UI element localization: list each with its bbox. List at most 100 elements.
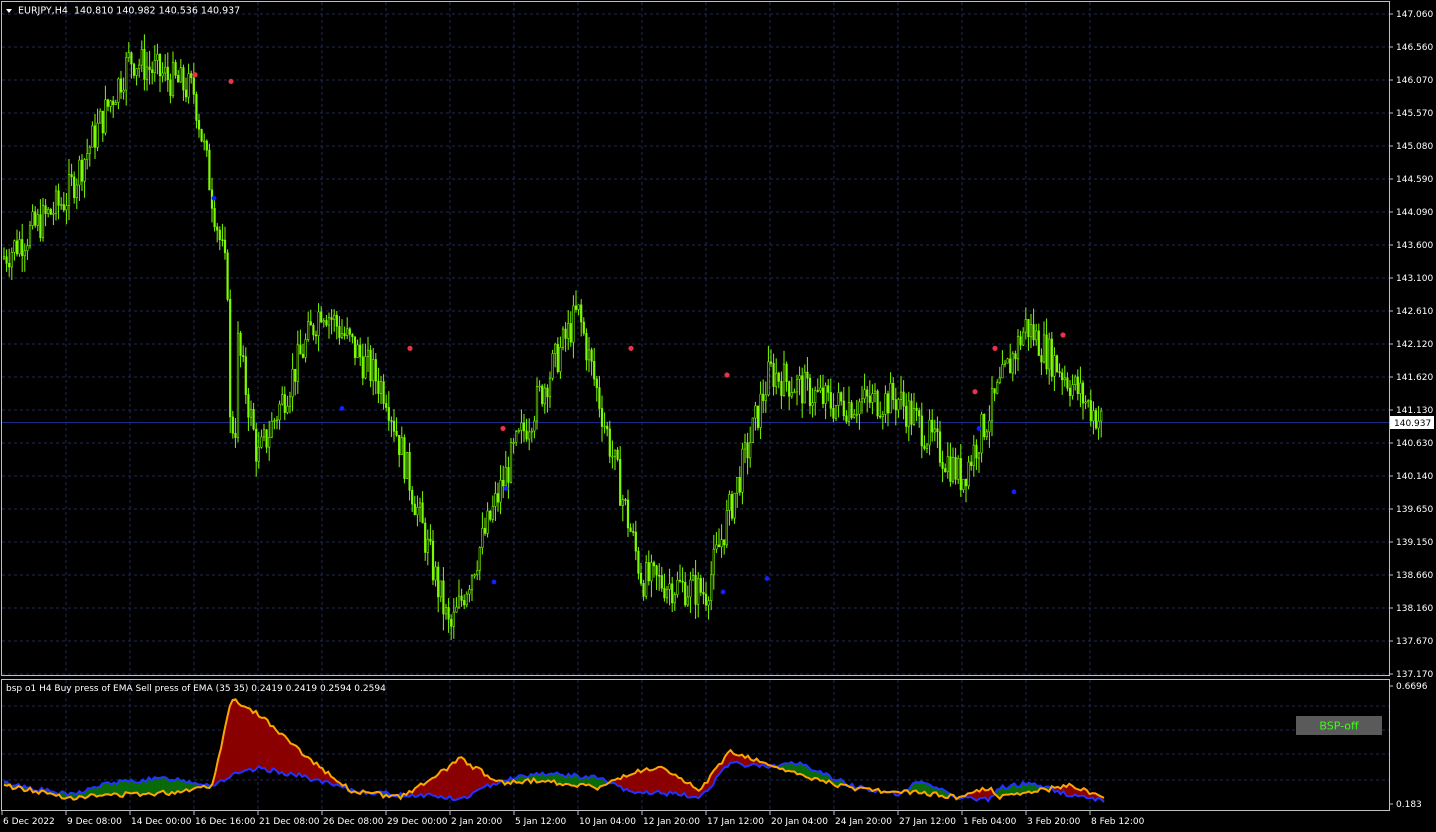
candle-body <box>559 346 562 372</box>
candle-body <box>179 67 182 83</box>
candle-body <box>135 68 138 76</box>
candle-body <box>749 442 752 459</box>
candle-body <box>1094 410 1098 429</box>
candle-body <box>811 402 814 406</box>
candle-body <box>663 587 666 599</box>
candle-body <box>1068 387 1072 396</box>
candle-body <box>452 611 455 627</box>
candle-body <box>213 208 216 228</box>
candle-body <box>52 212 55 215</box>
candle-body <box>309 321 312 326</box>
price-axis[interactable]: 147.060 146.560 146.070 145.570 145.080 144.5… <box>1389 10 1433 680</box>
candle-body <box>769 361 773 364</box>
candle-body <box>444 607 448 615</box>
candle-body <box>936 428 939 433</box>
bsp-off-button-label[interactable]: BSP-off <box>1319 720 1359 733</box>
candle-body <box>530 430 533 433</box>
candle-body <box>234 432 237 438</box>
candle-body <box>164 66 167 74</box>
candle-body <box>473 574 476 577</box>
candle-body <box>275 419 279 422</box>
candle-body <box>468 589 471 595</box>
candle-body <box>247 394 250 418</box>
candle-body <box>312 324 315 336</box>
candle-body <box>850 402 853 418</box>
candle-body <box>928 419 931 446</box>
candle-body <box>320 311 323 323</box>
candle-body <box>1055 355 1059 373</box>
candle-body <box>795 378 799 393</box>
candle-body <box>143 48 146 80</box>
candle-body <box>803 371 806 404</box>
candle-body <box>60 204 63 206</box>
indicator-axis-top: 0.6696 <box>1396 682 1428 692</box>
sell-pressure-fill <box>313 762 317 781</box>
candle-body <box>405 451 409 479</box>
buy-signal-dot <box>1011 489 1017 495</box>
candle-body <box>127 52 130 58</box>
candle-body <box>741 448 744 493</box>
candle-body <box>346 328 349 337</box>
time-tick-label: 10 Jan 04:00 <box>579 817 636 827</box>
candle-body <box>101 110 104 134</box>
buy-signal-dot <box>211 195 217 201</box>
price-tick-label: 145.570 <box>1396 109 1433 119</box>
candle-body <box>187 73 190 98</box>
buy-pressure-fill <box>119 779 123 798</box>
candle-body <box>119 78 123 93</box>
chart-window[interactable]: EURJPY,H4 140.810 140.982 140.536 140.93… <box>0 0 1436 832</box>
candle-body <box>294 368 297 382</box>
sell-pressure-fill <box>475 766 479 792</box>
candle-body <box>340 333 344 338</box>
sell-pressure-fill <box>284 735 288 776</box>
price-tick-label: 137.170 <box>1396 670 1433 680</box>
candle-body <box>499 479 502 503</box>
sell-pressure-fill <box>264 717 268 773</box>
candle-body <box>125 57 128 91</box>
sell-pressure-fill <box>261 717 265 769</box>
candle-body <box>798 375 801 380</box>
candle-body <box>717 544 721 548</box>
price-tick-label: 143.600 <box>1396 241 1433 251</box>
candle-body <box>587 349 591 361</box>
candle-body <box>845 415 848 422</box>
candle-body <box>260 436 263 448</box>
candle-body <box>80 159 84 182</box>
candle-body <box>437 566 440 598</box>
candle-body <box>369 349 372 382</box>
candle-body <box>151 69 154 74</box>
candle-body <box>515 431 518 443</box>
candle-body <box>54 190 58 214</box>
sell-pressure-fill <box>466 764 471 799</box>
candle-body <box>522 422 526 432</box>
time-tick-label: 27 Jan 12:00 <box>899 817 956 827</box>
candle-body <box>99 110 102 124</box>
candle-body <box>377 380 380 394</box>
candle-body <box>1084 401 1087 404</box>
candle-body <box>821 387 825 404</box>
buy-signal-dot <box>976 426 982 431</box>
candle-body <box>834 405 838 419</box>
candle-body <box>520 422 523 431</box>
sell-signal-dot <box>228 78 234 85</box>
candle-body <box>775 372 778 387</box>
candle-body <box>1050 338 1053 377</box>
candle-body <box>504 467 507 487</box>
price-tick-label: 145.080 <box>1396 142 1433 152</box>
candle-body <box>301 353 305 358</box>
candle-body <box>905 405 908 427</box>
candle-body <box>866 389 869 397</box>
candle-body <box>226 252 229 300</box>
sell-signal-dot <box>628 345 634 351</box>
candle-body <box>754 405 757 419</box>
candle-body <box>304 339 307 358</box>
candle-body <box>600 408 604 427</box>
candle-body <box>595 378 598 388</box>
candle-body <box>28 225 32 247</box>
candle-body <box>918 410 921 417</box>
candle-body <box>985 431 988 438</box>
candle-body <box>764 394 767 401</box>
candle-body <box>655 565 658 576</box>
time-tick-label: 6 Dec 2022 <box>3 817 55 827</box>
candle-body <box>411 490 414 505</box>
